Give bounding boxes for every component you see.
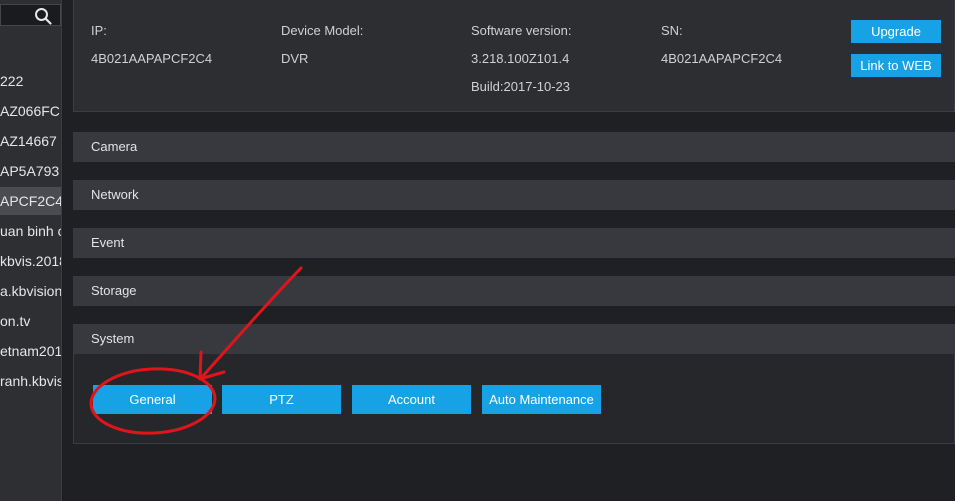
general-button[interactable]: General [93, 385, 212, 414]
device-list-item-label: AZ066FC [0, 103, 60, 119]
device-list-item[interactable]: etnam2018 [0, 337, 62, 365]
device-list-item[interactable]: AZ066FC [0, 97, 61, 125]
device-list-item-label: 2018.kbvis [0, 253, 61, 269]
device-list-item[interactable]: a.kbvision [0, 277, 62, 305]
device-list-item-label: ranh.kbvis [0, 373, 62, 389]
device-list-item-label: on.tv [0, 313, 31, 329]
section-camera[interactable]: Camera [73, 132, 955, 162]
device-list-item[interactable]: AZ14667 [0, 127, 61, 155]
device-list-item-label: APCF2C4 [0, 193, 62, 209]
device-list-item[interactable]: on.tv [0, 307, 61, 335]
ptz-button[interactable]: PTZ [222, 385, 341, 414]
device-list-item[interactable]: AP5A793 [0, 157, 61, 185]
model-column: Device Model: DVR [281, 23, 363, 68]
section-storage[interactable]: Storage [73, 276, 955, 306]
sn-value: 4B021AAPAPCF2C4 [661, 51, 783, 66]
ip-column: IP: 4B021AAPAPCF2C4 [91, 23, 212, 68]
software-version-value: 3.218.100Z101.4 [471, 51, 570, 66]
device-list-item[interactable]: 222 [0, 67, 61, 95]
search-icon[interactable] [34, 7, 52, 25]
upgrade-button[interactable]: Upgrade [851, 20, 941, 43]
link-to-web-button[interactable]: Link to WEB [851, 54, 941, 77]
software-column: Software version: 3.218.100Z101.4 Build:… [471, 23, 571, 96]
ip-label: IP: [91, 23, 107, 38]
device-list-item-label: AZ14667 [0, 133, 57, 149]
device-sidebar: 222 AZ066FC AZ14667 AP5A793 APCF2C4 uan binh … [0, 0, 62, 501]
device-list-item[interactable]: ranh.kbvis [0, 367, 62, 395]
section-network[interactable]: Network [73, 180, 955, 210]
ip-value: 4B021AAPAPCF2C4 [91, 51, 213, 66]
device-list-item[interactable]: 2018.kbvis [0, 247, 61, 275]
device-list-item-label: AP5A793 [0, 163, 60, 179]
device-list-item-label: etnam2018 [0, 343, 62, 359]
device-list-item[interactable]: uan binh c [0, 217, 62, 245]
device-model-label: Device Model: [281, 23, 364, 38]
main-panel: IP: 4B021AAPAPCF2C4 Device Model: DVR So… [63, 0, 955, 501]
auto-maintenance-button[interactable]: Auto Maintenance [482, 385, 601, 414]
device-model-value: DVR [281, 51, 309, 66]
device-list-item-label: 222 [0, 73, 24, 89]
search-input[interactable] [0, 4, 61, 26]
sn-column: SN: 4B021AAPAPCF2C4 [661, 23, 782, 68]
system-panel: System General PTZ Account Auto Maintena… [73, 324, 955, 444]
device-list-item-label: uan binh c [0, 223, 62, 239]
account-button[interactable]: Account [352, 385, 471, 414]
device-list-item-label: a.kbvision [0, 283, 62, 299]
section-system[interactable]: System [73, 324, 955, 354]
sn-label: SN: [661, 23, 683, 38]
software-version-label: Software version: [471, 23, 572, 38]
section-event[interactable]: Event [73, 228, 955, 258]
build-date-value: Build:2017-10-23 [471, 79, 571, 94]
device-list-item[interactable]: APCF2C4 [0, 187, 62, 215]
device-info-panel: IP: 4B021AAPAPCF2C4 Device Model: DVR So… [73, 0, 955, 112]
